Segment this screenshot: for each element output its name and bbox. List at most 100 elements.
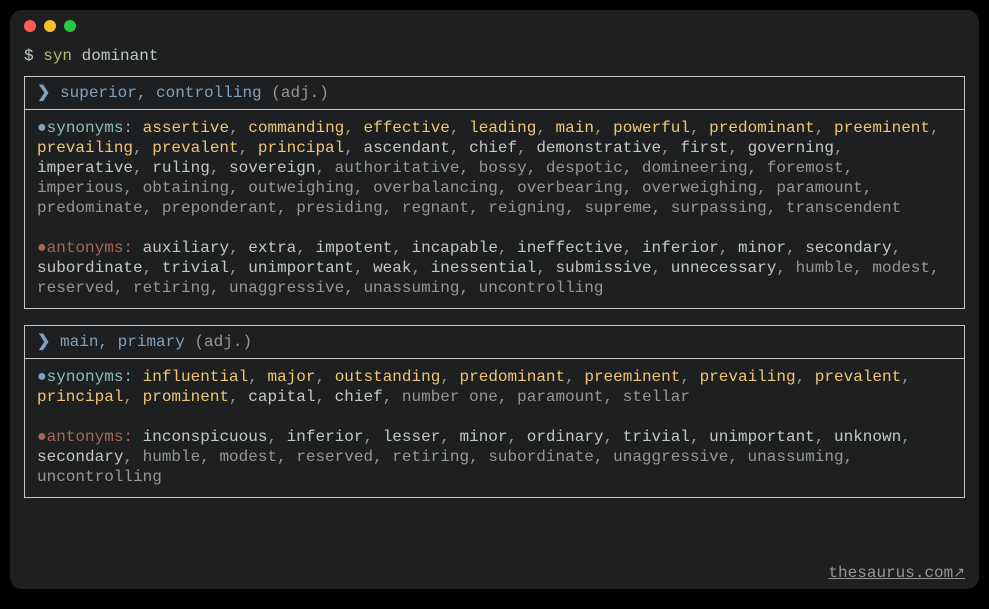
- separator: ,: [469, 199, 488, 217]
- word: unimportant: [248, 259, 354, 277]
- separator: ,: [469, 448, 488, 466]
- separator: ,: [383, 199, 402, 217]
- sense-block: ❯ superior, controlling (adj.)●synonyms:…: [24, 76, 965, 309]
- antonyms-label: antonyms:: [47, 239, 133, 257]
- part-of-speech: (adj.): [194, 333, 252, 351]
- separator: ,: [498, 388, 517, 406]
- word: effective: [363, 119, 449, 137]
- bullet-icon: ●: [37, 368, 47, 386]
- word: principal: [37, 388, 123, 406]
- separator: ,: [123, 388, 142, 406]
- separator: ,: [930, 119, 940, 137]
- separator: ,: [623, 179, 642, 197]
- separator: ,: [363, 428, 382, 446]
- word: trivial: [623, 428, 690, 446]
- prompt-symbol: $: [24, 47, 34, 65]
- antonyms-label: antonyms:: [47, 428, 133, 446]
- separator: ,: [604, 388, 623, 406]
- word: inconspicuous: [143, 428, 268, 446]
- word: regnant: [402, 199, 469, 217]
- separator: ,: [200, 448, 219, 466]
- separator: ,: [133, 159, 152, 177]
- word: reserved: [296, 448, 373, 466]
- word: predominate: [37, 199, 143, 217]
- word: subordinate: [488, 448, 594, 466]
- bullet-icon: ●: [37, 428, 47, 446]
- separator: ,: [594, 119, 613, 137]
- word: prevalent: [815, 368, 901, 386]
- separator: ,: [392, 239, 411, 257]
- separator: ,: [450, 139, 469, 157]
- word: number one: [402, 388, 498, 406]
- separator: ,: [229, 388, 248, 406]
- separator: ,: [229, 259, 248, 277]
- word: predominant: [709, 119, 815, 137]
- word: outweighing: [248, 179, 354, 197]
- separator: ,: [565, 199, 584, 217]
- word: impotent: [315, 239, 392, 257]
- separator: ,: [344, 139, 363, 157]
- terminal-window: $ syn dominant ❯ superior, controlling (…: [10, 10, 979, 589]
- command-name: syn: [43, 47, 72, 65]
- word: unassuming: [748, 448, 844, 466]
- chevron-right-icon: ❯: [37, 84, 50, 102]
- separator: ,: [383, 388, 402, 406]
- word: main: [556, 119, 594, 137]
- separator: ,: [892, 239, 902, 257]
- word: unassuming: [363, 279, 459, 297]
- antonyms-list: ●antonyms: auxiliary, extra, impotent, i…: [37, 238, 952, 298]
- separator: ,: [498, 179, 517, 197]
- separator: ,: [815, 119, 834, 137]
- word: principal: [258, 139, 344, 157]
- source-link-text: thesaurus.com: [828, 564, 953, 582]
- close-icon[interactable]: [24, 20, 36, 32]
- sense-title: superior, controlling: [60, 84, 262, 102]
- separator: ,: [277, 448, 296, 466]
- word: paramount: [776, 179, 862, 197]
- separator: ,: [123, 179, 142, 197]
- separator: ,: [690, 119, 709, 137]
- word: imperative: [37, 159, 133, 177]
- source-link[interactable]: thesaurus.com↗: [828, 563, 965, 584]
- word: transcendent: [786, 199, 901, 217]
- separator: ,: [815, 428, 834, 446]
- separator: ,: [248, 368, 267, 386]
- word: minor: [460, 428, 508, 446]
- separator: ,: [690, 428, 709, 446]
- word: first: [680, 139, 728, 157]
- word: preeminent: [834, 119, 930, 137]
- word: trivial: [162, 259, 229, 277]
- word: inferior: [642, 239, 719, 257]
- zoom-icon[interactable]: [64, 20, 76, 32]
- separator: ,: [623, 239, 642, 257]
- separator: ,: [728, 139, 747, 157]
- word: prominent: [143, 388, 229, 406]
- separator: ,: [719, 239, 738, 257]
- separator: ,: [440, 428, 459, 446]
- separator: ,: [354, 179, 373, 197]
- word: retiring: [133, 279, 210, 297]
- word: unimportant: [709, 428, 815, 446]
- separator: ,: [863, 179, 873, 197]
- separator: ,: [901, 368, 911, 386]
- synonyms-list: ●synonyms: influential, major, outstandi…: [37, 367, 952, 407]
- word: inessential: [431, 259, 537, 277]
- sense-header: ❯ superior, controlling (adj.): [25, 77, 964, 110]
- separator: ,: [786, 239, 805, 257]
- separator: ,: [450, 119, 469, 137]
- separator: ,: [594, 448, 613, 466]
- separator: ,: [143, 199, 162, 217]
- separator: ,: [143, 259, 162, 277]
- separator: ,: [344, 119, 363, 137]
- separator: ,: [344, 279, 363, 297]
- separator: ,: [315, 159, 334, 177]
- word: chief: [469, 139, 517, 157]
- separator: ,: [411, 259, 430, 277]
- word: paramount: [517, 388, 603, 406]
- word: assertive: [143, 119, 229, 137]
- word: presiding: [296, 199, 382, 217]
- word: surpassing: [671, 199, 767, 217]
- minimize-icon[interactable]: [44, 20, 56, 32]
- sense-header: ❯ main, primary (adj.): [25, 326, 964, 359]
- separator: ,: [373, 448, 392, 466]
